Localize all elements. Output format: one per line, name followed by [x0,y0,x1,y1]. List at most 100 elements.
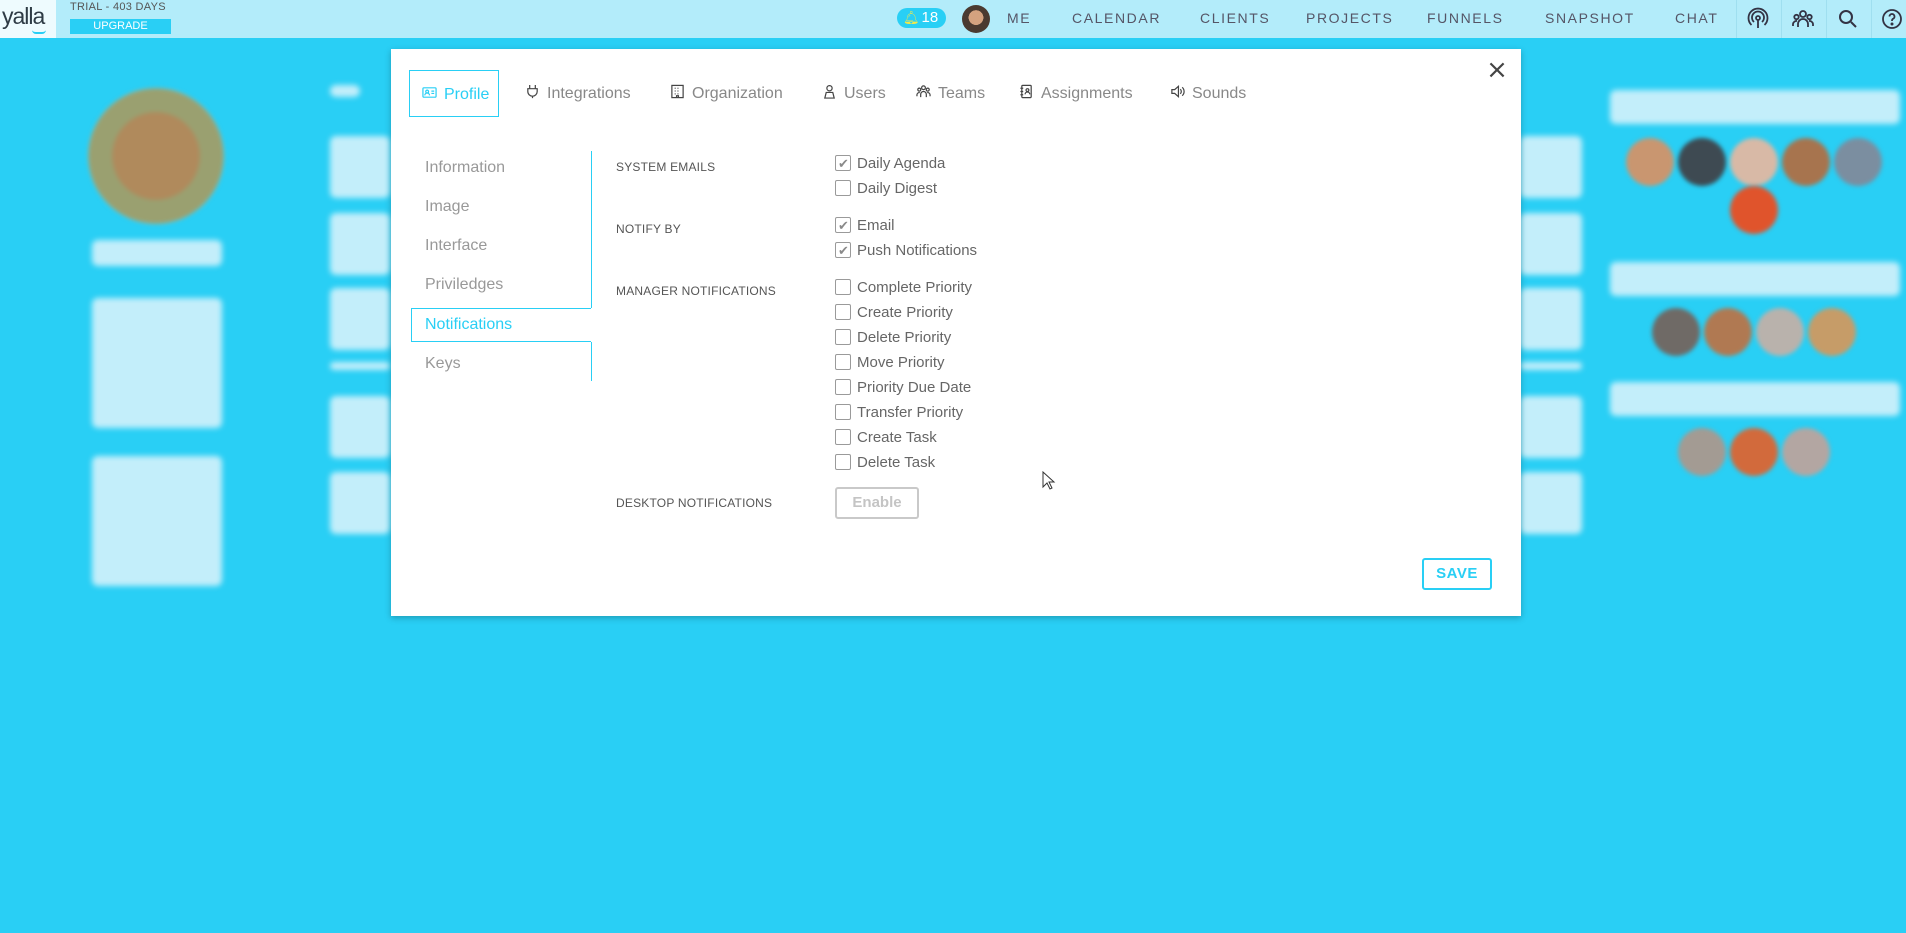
option-complete-priority[interactable]: Complete Priority [835,278,972,298]
checkbox[interactable] [835,329,851,345]
help-icon[interactable] [1880,7,1904,31]
close-icon[interactable]: × [1486,57,1508,83]
bg-block [1520,213,1582,275]
checkbox[interactable] [835,304,851,320]
option-label: Create Priority [857,304,953,321]
profile-photo-blurred [88,88,224,224]
avatar-blurred [1782,428,1830,476]
mouse-cursor-icon [1042,471,1056,490]
tab-label: Teams [938,85,986,102]
enable-desktop-notifications-button[interactable]: Enable [835,487,919,519]
tab-integrations[interactable]: Integrations [525,70,631,117]
tab-users[interactable]: Users [822,70,886,117]
option-daily-digest[interactable]: Daily Digest [835,179,937,199]
divider [1736,0,1737,38]
notification-count: 18 [921,9,939,26]
nav-me[interactable]: ME [1007,10,1031,26]
sidebar-item-interface[interactable]: Interface [411,229,591,263]
option-move-priority[interactable]: Move Priority [835,353,945,373]
option-label: Priority Due Date [857,379,972,396]
tab-assignments[interactable]: Assignments [1019,70,1133,117]
app-logo[interactable]: yalla [0,0,56,38]
option-transfer-priority[interactable]: Transfer Priority [835,403,963,423]
avatar-blurred [1730,138,1778,186]
checkbox[interactable] [835,379,851,395]
bg-block [330,288,390,350]
avatar-blurred [1704,308,1752,356]
section-label-desktop-notifications: DESKTOP NOTIFICATIONS [616,496,773,510]
bg-block [92,240,222,266]
teams-icon [916,85,931,98]
tab-sounds[interactable]: Sounds [1170,70,1246,117]
sidebar-item-information[interactable]: Information [411,151,591,185]
divider [1826,0,1827,38]
tab-organization[interactable]: Organization [670,70,783,117]
bg-block [330,396,390,458]
speaker-icon [1171,85,1185,98]
nav-calendar[interactable]: CALENDAR [1072,10,1161,26]
avatar-blurred [1730,428,1778,476]
option-label: Create Task [857,429,937,446]
avatar-blurred [1678,428,1726,476]
tab-label: Assignments [1041,85,1133,102]
broadcast-icon[interactable] [1746,7,1770,31]
checkbox[interactable] [835,404,851,420]
checkbox[interactable] [835,279,851,295]
bg-block [1520,136,1582,198]
logo-smile [32,30,46,34]
tab-profile[interactable]: Profile [409,70,500,117]
avatar-blurred [1626,138,1674,186]
option-priority-due-date[interactable]: Priority Due Date [835,378,971,398]
checkbox-checked[interactable] [835,154,851,174]
upgrade-button[interactable]: UPGRADE [70,19,171,34]
nav-projects[interactable]: PROJECTS [1306,10,1393,26]
option-create-priority[interactable]: Create Priority [835,303,953,323]
logo-text: yalla [2,3,45,29]
sidebar-item-keys[interactable]: Keys [411,347,591,381]
option-create-task[interactable]: Create Task [835,428,937,448]
building-icon [671,84,684,99]
bg-block [92,298,222,428]
sidebar-divider [591,342,592,381]
option-delete-priority[interactable]: Delete Priority [835,328,951,348]
plug-icon [527,84,538,99]
option-label: Daily Agenda [857,155,946,172]
section-label-notify-by: NOTIFY BY [616,222,681,236]
avatar-blurred [1782,138,1830,186]
bg-block [330,85,360,97]
bg-block [1520,472,1582,534]
avatar-blurred [1652,308,1700,356]
contacts-book-icon [1020,84,1032,99]
search-icon[interactable] [1836,7,1860,31]
checkbox[interactable] [835,354,851,370]
nav-snapshot[interactable]: SNAPSHOT [1545,10,1635,26]
sidebar-item-notifications[interactable]: Notifications [411,308,591,342]
option-label: Email [857,217,895,234]
bg-block [330,136,390,198]
top-bar: yalla TRIAL - 403 DAYS UPGRADE 🔔︎ 18 ME C… [0,0,1906,38]
nav-funnels[interactable]: FUNNELS [1427,10,1504,26]
notifications-badge[interactable]: 🔔︎ 18 [897,8,946,28]
tab-label: Integrations [547,85,631,102]
checkbox[interactable] [835,180,851,196]
sidebar-item-priviledges[interactable]: Priviledges [411,268,591,302]
checkbox-checked[interactable] [835,216,851,236]
checkbox[interactable] [835,429,851,445]
save-button[interactable]: SAVE [1422,558,1492,590]
checkbox-checked[interactable] [835,241,851,261]
bg-block [1520,362,1582,370]
user-avatar[interactable] [962,5,990,33]
checkbox[interactable] [835,454,851,470]
option-push-notifications[interactable]: Push Notifications [835,241,977,261]
sidebar-item-image[interactable]: Image [411,190,591,224]
nav-chat[interactable]: CHAT [1675,10,1718,26]
nav-clients[interactable]: CLIENTS [1200,10,1270,26]
option-daily-agenda[interactable]: Daily Agenda [835,154,945,174]
avatar-blurred [1834,138,1882,186]
tab-teams[interactable]: Teams [916,70,985,117]
bg-block [1610,90,1900,124]
option-email[interactable]: Email [835,216,895,236]
bg-block [330,213,390,275]
option-delete-task[interactable]: Delete Task [835,453,935,473]
team-icon[interactable] [1791,7,1815,31]
